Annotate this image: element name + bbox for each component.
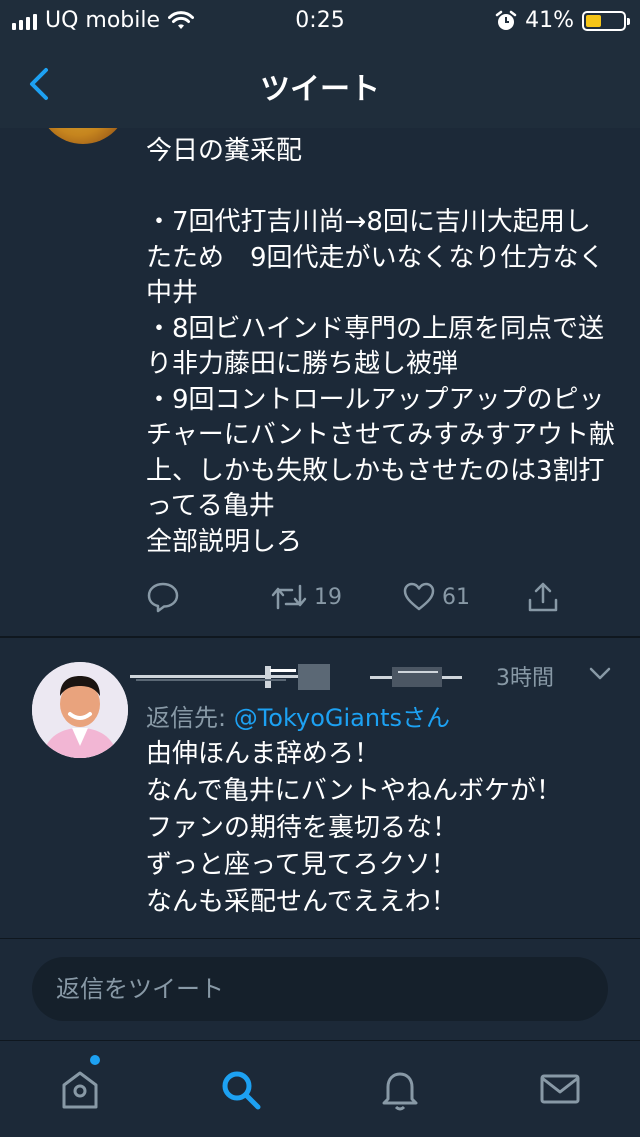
- reply-to-suffix: さん: [402, 704, 451, 732]
- battery-icon: [582, 10, 630, 31]
- like-button[interactable]: 61: [402, 580, 470, 614]
- tweet-actions: 19 61: [146, 580, 586, 620]
- status-right: 41%: [495, 8, 630, 33]
- avatar[interactable]: [38, 128, 128, 144]
- reply-button[interactable]: [146, 580, 180, 614]
- new-content-dot: [90, 1055, 100, 1065]
- reply-time: 3時間: [496, 666, 554, 691]
- reply-to-prefix: 返信先:: [146, 704, 234, 732]
- retweet-button[interactable]: 19: [270, 580, 342, 614]
- reply-to: 返信先: @TokyoGiantsさん: [146, 698, 450, 733]
- mention-link[interactable]: @TokyoGiants: [234, 704, 402, 732]
- like-count: 61: [442, 584, 470, 610]
- user-name-redacted: [130, 662, 470, 692]
- status-bar: UQ mobile 0:25 41%: [0, 0, 640, 40]
- avatar[interactable]: [32, 662, 128, 758]
- battery-percent: 41%: [525, 8, 574, 33]
- reply-text: 由伸ほんま辞めろ！ なんで亀井にバントやねんボケが！ ファンの期待を裏切るな！ …: [146, 739, 563, 917]
- search-icon[interactable]: [216, 1065, 264, 1113]
- retweet-count: 19: [314, 584, 342, 610]
- messages-icon[interactable]: [536, 1065, 584, 1113]
- tab-bar: [0, 1040, 640, 1137]
- share-button[interactable]: [526, 580, 560, 614]
- home-icon[interactable]: [56, 1065, 104, 1113]
- main-tweet[interactable]: 今日の糞采配 ・7回代打吉川尚→8回に吉川大起用したため 9回代走がいなくなり仕…: [0, 128, 640, 636]
- reply-input[interactable]: 返信をツイート: [32, 957, 608, 1021]
- avatar-photo: [32, 662, 128, 758]
- reply-tweet[interactable]: 3時間 返信先: @TokyoGiantsさん 由伸ほんま辞めろ！ なんで亀井に…: [0, 638, 640, 938]
- tweet-text: 今日の糞采配 ・7回代打吉川尚→8回に吉川大起用したため 9回代走がいなくなり仕…: [146, 136, 616, 557]
- page-title: ツイート: [260, 72, 380, 107]
- share-icon: [528, 582, 558, 612]
- heart-icon: [403, 582, 435, 611]
- notifications-icon[interactable]: [376, 1065, 424, 1113]
- alarm-icon: [495, 10, 517, 30]
- retweet-icon: [271, 584, 307, 610]
- chevron-down-icon[interactable]: [588, 666, 612, 682]
- battery-level: [586, 14, 601, 27]
- reply-icon: [147, 582, 179, 613]
- compose-area: 返信をツイート: [0, 938, 640, 1041]
- nav-bar: ツイート: [0, 40, 640, 129]
